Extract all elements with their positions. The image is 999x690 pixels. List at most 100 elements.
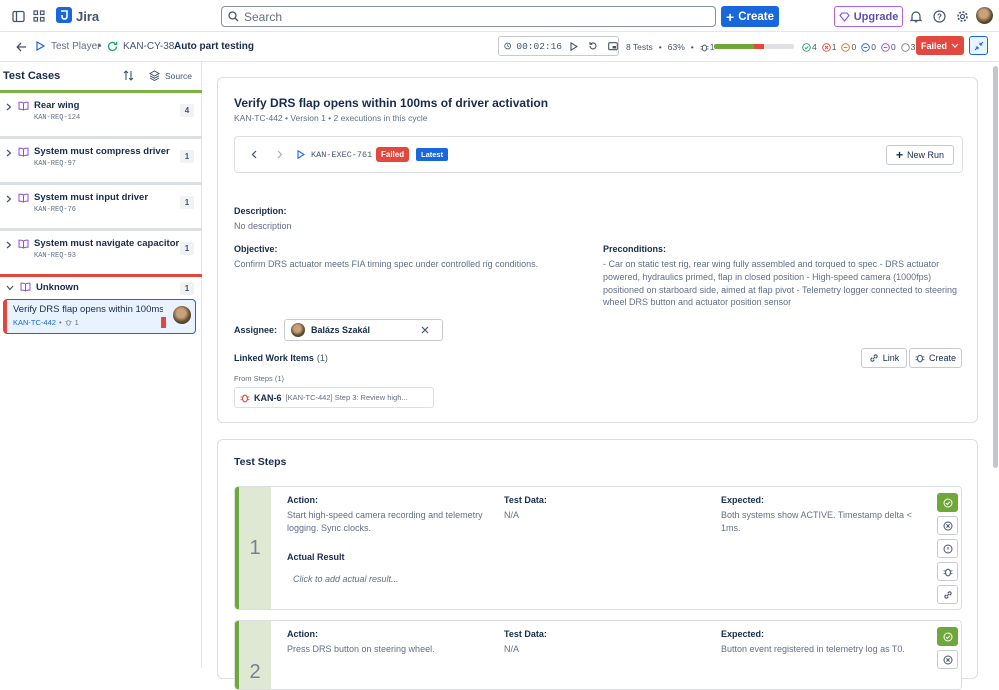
- test-case-title: Verify DRS flap opens within 100ms ...: [13, 304, 163, 315]
- gem-icon: [838, 11, 850, 22]
- test-case-title: Verify DRS flap opens within 100ms of dr…: [234, 96, 549, 110]
- test-cases-header: Test Cases Source: [0, 62, 201, 90]
- upgrade-button[interactable]: Upgrade: [834, 6, 903, 27]
- pending-circle-icon: [881, 42, 890, 52]
- book-icon: [18, 147, 29, 157]
- step-expected: Both systems show ACTIVE. Timestamp delt…: [721, 510, 912, 533]
- user-avatar[interactable]: [976, 7, 993, 24]
- not-executed-count-value: 0: [890, 42, 896, 52]
- execution-key[interactable]: KAN-EXEC-761: [311, 150, 372, 160]
- requirement-group[interactable]: Rear wing KAN-REQ-124 4: [0, 90, 202, 133]
- actual-result-input[interactable]: Click to add actual result...: [287, 567, 917, 591]
- sort-icon[interactable]: [123, 70, 134, 81]
- test-case-key[interactable]: KAN-TC-442: [13, 318, 56, 327]
- chevron-right-icon[interactable]: [6, 149, 12, 157]
- requirement-group[interactable]: System must input driver KAN-REQ-76 1: [0, 182, 202, 225]
- cycle-key[interactable]: KAN-CY-38: [123, 41, 174, 52]
- step-number: 2: [235, 621, 271, 689]
- timer-value: 00:02:16: [516, 40, 562, 52]
- execution-status-dropdown[interactable]: Failed: [916, 36, 964, 55]
- chevron-right-icon[interactable]: [6, 103, 12, 111]
- blocked-circle-icon: [841, 42, 851, 52]
- create-button[interactable]: + Create: [721, 6, 779, 27]
- reset-timer-icon[interactable]: [588, 41, 598, 51]
- empty-circle-icon: [900, 42, 910, 52]
- chevron-down-icon[interactable]: [6, 285, 14, 291]
- app-switcher-icon[interactable]: [29, 6, 49, 26]
- settings-gear-icon[interactable]: [952, 6, 972, 26]
- breadcrumb-test-player[interactable]: Test Player: [51, 41, 100, 52]
- new-run-button[interactable]: + New Run: [886, 145, 954, 165]
- chevron-right-icon[interactable]: [6, 241, 12, 249]
- book-icon: [18, 193, 29, 203]
- back-arrow-icon[interactable]: [14, 40, 28, 54]
- expected-label: Expected:: [721, 629, 765, 639]
- pass-step-button[interactable]: [937, 493, 958, 512]
- create-bug-button[interactable]: Create: [909, 348, 962, 368]
- log-bug-button[interactable]: [937, 562, 958, 581]
- notifications-bell-icon[interactable]: [906, 6, 926, 26]
- clear-assignee-icon[interactable]: [421, 326, 429, 334]
- case-count-badge: 1: [180, 196, 194, 209]
- search-input[interactable]: Search: [221, 6, 716, 27]
- jira-logo-icon[interactable]: [56, 7, 72, 23]
- clock-icon: [504, 42, 512, 50]
- other-count-value: 3: [910, 42, 916, 52]
- sidebar-toggle-icon[interactable]: [8, 6, 28, 26]
- create-bug-label: Create: [928, 353, 956, 363]
- x-circle-icon: [943, 655, 952, 664]
- requirement-key: KAN-REQ-76: [34, 206, 77, 214]
- info-circle-icon: [943, 544, 952, 553]
- requirement-group[interactable]: System must compress driver KAN-REQ-97 1: [0, 136, 202, 179]
- link-icon: [870, 354, 878, 362]
- link-button[interactable]: Link: [861, 348, 907, 368]
- requirement-group[interactable]: System must navigate capacitor KAN-REQ-93…: [0, 228, 202, 271]
- screen-capture-icon[interactable]: [608, 41, 618, 51]
- linked-work-item[interactable]: KAN-6 [KAN-TC-442] Step 3: Review high..…: [234, 387, 434, 408]
- app-name[interactable]: Jira: [76, 9, 99, 24]
- source-toggle[interactable]: Source: [149, 70, 192, 81]
- expected-label: Expected:: [721, 495, 765, 505]
- status-dropdown-label: Failed: [920, 40, 947, 51]
- objective-text: Confirm DRS actuator meets FIA timing sp…: [234, 259, 539, 269]
- requirement-name: System must navigate capacitor: [34, 238, 180, 249]
- play-icon[interactable]: [570, 41, 578, 51]
- requirement-key: KAN-REQ-93: [34, 252, 77, 260]
- main-scrollbar[interactable]: [993, 66, 998, 468]
- requirement-name: System must compress driver: [34, 146, 170, 157]
- assignee-name: Balázs Szakál: [311, 325, 371, 335]
- plus-icon: +: [895, 148, 903, 162]
- action-label: Action:: [287, 495, 318, 505]
- requirement-group-unknown[interactable]: Unknown 1 Verify DRS flap opens within 1…: [0, 274, 202, 338]
- fail-step-button[interactable]: [937, 516, 958, 535]
- in-progress-count-value: 0: [871, 42, 876, 52]
- book-icon: [18, 239, 29, 249]
- fail-step-button[interactable]: [937, 650, 958, 669]
- block-step-button[interactable]: [937, 539, 958, 558]
- upgrade-button-label: Upgrade: [853, 10, 899, 23]
- selected-test-case[interactable]: Verify DRS flap opens within 100ms ... K…: [3, 299, 196, 334]
- previous-execution-icon[interactable]: [251, 150, 257, 159]
- breadcrumb-separator: •: [98, 41, 102, 52]
- test-data-label: Test Data:: [504, 629, 547, 639]
- cycle-progress-bar: [714, 44, 794, 49]
- help-icon[interactable]: ?: [929, 6, 949, 26]
- x-circle-icon: [943, 521, 952, 530]
- case-count-badge: 1: [180, 242, 194, 255]
- actual-result-label: Actual Result: [287, 552, 345, 562]
- next-execution-icon[interactable]: [277, 150, 283, 159]
- assignee-picker[interactable]: Balázs Szakál: [284, 319, 443, 341]
- search-icon: [228, 11, 239, 22]
- bug-issue-icon: [240, 394, 250, 402]
- chevron-right-icon[interactable]: [6, 195, 12, 203]
- linked-work-items-count: (1): [316, 353, 328, 363]
- pass-step-button[interactable]: [937, 627, 958, 646]
- progress-passed-segment: [714, 44, 754, 49]
- book-icon: [18, 101, 29, 111]
- test-case-bug-count: 1: [74, 318, 79, 327]
- collapse-icon[interactable]: [969, 36, 988, 55]
- requirement-name: Rear wing: [34, 100, 80, 111]
- preconditions-label: Preconditions:: [603, 244, 667, 254]
- requirement-name: System must input driver: [34, 192, 149, 203]
- link-step-button[interactable]: [937, 585, 958, 604]
